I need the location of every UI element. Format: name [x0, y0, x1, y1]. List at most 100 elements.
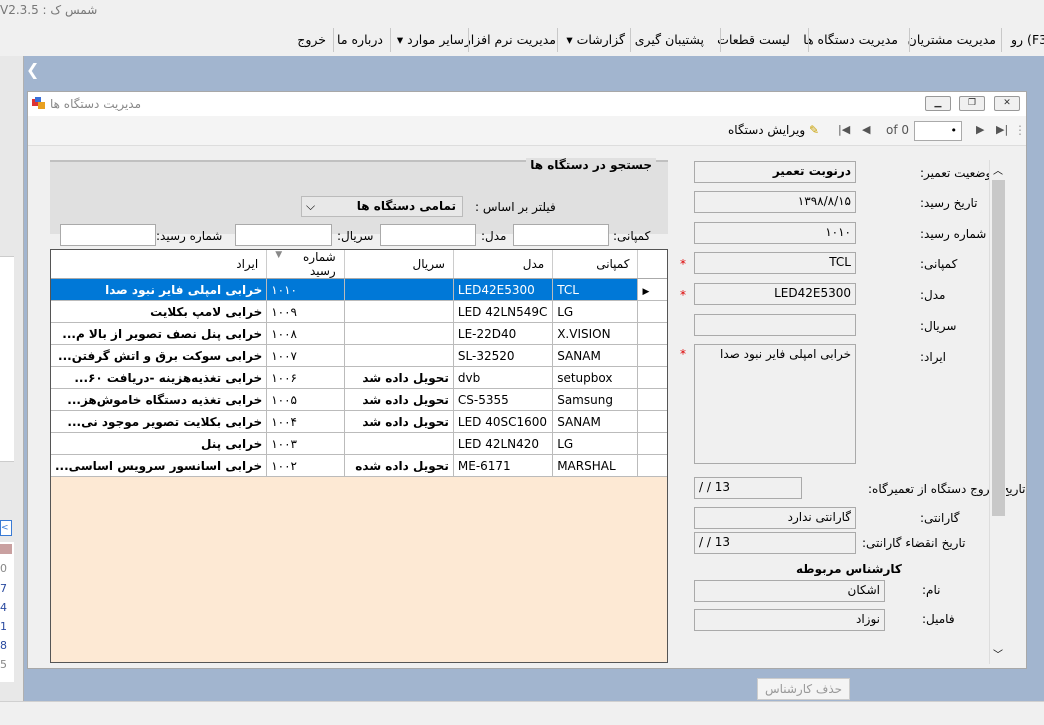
warranty-expiry-field[interactable]: / / 13 — [694, 532, 856, 554]
table-row[interactable]: خرابی امپلی فایر نبود صدا ۱۰۱۰ LED42E530… — [51, 278, 667, 301]
row-header[interactable] — [637, 432, 667, 455]
row-header[interactable] — [637, 410, 667, 433]
cell-company[interactable]: setupbox — [552, 366, 639, 389]
cell-issue[interactable]: خرابی سوکت برق و اتش گرفتن... — [51, 344, 268, 367]
cell-serial[interactable] — [344, 278, 454, 301]
cell-receipt[interactable]: ۱۰۰۸ — [266, 322, 345, 345]
cell-serial[interactable]: تحویل داده شده — [344, 454, 454, 477]
cell-model[interactable]: CS-5355 — [453, 388, 554, 411]
company-field[interactable]: TCL — [694, 252, 856, 274]
edit-device-button[interactable]: ✎ ویرایش دستگاه — [728, 123, 819, 137]
cell-receipt[interactable]: ۱۰۰۶ — [266, 366, 345, 389]
minimize-button[interactable]: ▁ — [925, 96, 951, 111]
cell-company[interactable]: SANAM — [552, 344, 639, 367]
table-row[interactable]: خرابی لامپ بکلایت ۱۰۰۹ LED 42LN549C LG — [51, 300, 667, 323]
column-header-model[interactable]: مدل — [453, 250, 554, 279]
row-header[interactable] — [637, 344, 667, 367]
cell-receipt[interactable]: ۱۰۰۹ — [266, 300, 345, 323]
table-row[interactable]: خرابی تغذیه‌هزینه -دریافت ۶۰... ۱۰۰۶ تحو… — [51, 366, 667, 389]
model-field[interactable]: LED42E5300 — [694, 283, 856, 305]
serial-field[interactable] — [694, 314, 856, 336]
row-header[interactable] — [637, 300, 667, 323]
table-row[interactable]: خرابی اسانسور سرویس اساسی... ۱۰۰۲ تحویل … — [51, 454, 667, 477]
cell-issue[interactable]: خرابی بکلایت تصویر موجود نی... — [51, 410, 268, 433]
cell-issue[interactable]: خرابی پنل — [51, 432, 268, 455]
cell-serial[interactable] — [344, 300, 454, 323]
issue-textarea[interactable]: خرابی امپلی فایر نبود صدا — [694, 344, 856, 464]
cell-company[interactable]: SANAM — [552, 410, 639, 433]
menu-item-about[interactable]: درباره ما — [337, 32, 383, 47]
cell-serial[interactable]: تحویل داده شد — [344, 388, 454, 411]
cell-model[interactable]: LED 42LN549C — [453, 300, 554, 323]
company-filter-input[interactable] — [513, 224, 609, 246]
column-header-company[interactable]: کمپانی — [552, 250, 639, 279]
cell-receipt[interactable]: ۱۰۰۳ — [266, 432, 345, 455]
last-name-field[interactable]: نوزاد — [694, 609, 885, 631]
serial-filter-input[interactable] — [235, 224, 332, 246]
position-input[interactable]: • — [914, 121, 962, 141]
cell-serial[interactable] — [344, 432, 454, 455]
close-button[interactable]: ✕ — [994, 96, 1020, 111]
warranty-field[interactable]: گارانتی ندارد — [694, 507, 856, 529]
first-name-field[interactable]: اشکان — [694, 580, 885, 602]
cell-receipt[interactable]: ۱۰۰۲ — [266, 454, 345, 477]
row-header[interactable] — [637, 322, 667, 345]
move-first-icon[interactable]: |◀ — [838, 123, 850, 136]
cell-model[interactable]: LED 42LN420 — [453, 432, 554, 455]
cell-issue[interactable]: خرابی تغذیه دستگاه خاموش‌هز... — [51, 388, 268, 411]
cell-issue[interactable]: خرابی تغذیه‌هزینه -دریافت ۶۰... — [51, 366, 268, 389]
table-row[interactable]: خرابی تغذیه دستگاه خاموش‌هز... ۱۰۰۵ تحوی… — [51, 388, 667, 411]
cell-company[interactable]: TCL — [552, 278, 639, 301]
cell-receipt[interactable]: ۱۰۰۴ — [266, 410, 345, 433]
table-row[interactable]: خرابی سوکت برق و اتش گرفتن... ۱۰۰۷ SL-32… — [51, 344, 667, 367]
menu-item-f3[interactable]: (F3) رو — [1011, 32, 1044, 47]
menu-item-backup[interactable]: پشتیبان گیری — [635, 32, 704, 47]
menu-item-customers[interactable]: مدیریت مشتریان — [908, 32, 996, 47]
cell-serial[interactable]: تحویل داده شد — [344, 410, 454, 433]
column-header-issue[interactable]: ایراد — [51, 250, 268, 279]
menu-item-parts[interactable]: لیست قطعات — [717, 32, 790, 47]
column-header-receipt[interactable]: ▼ شماره رسید — [266, 250, 345, 279]
scroll-up-icon[interactable]: ︿ — [993, 162, 1003, 177]
cell-company[interactable]: LG — [552, 432, 639, 455]
column-header-serial[interactable]: سریال — [344, 250, 454, 279]
table-row[interactable]: خرابی پنل نصف تصویر از بالا م... ۱۰۰۸ LE… — [51, 322, 667, 345]
cell-issue[interactable]: خرابی لامپ بکلایت — [51, 300, 268, 323]
cell-model[interactable]: ME-6171 — [453, 454, 554, 477]
cell-receipt[interactable]: ۱۰۰۷ — [266, 344, 345, 367]
menu-item-reports[interactable]: گزارشات ▾ — [566, 32, 625, 47]
scrollbar-thumb[interactable] — [992, 180, 1005, 516]
cell-receipt[interactable]: ۱۰۰۵ — [266, 388, 345, 411]
move-last-icon[interactable]: ▶| — [996, 123, 1008, 136]
receipt-date-field[interactable]: ۱۳۹۸/۸/۱۵ — [694, 191, 856, 213]
status-field[interactable]: درنوبت تعمیر — [694, 161, 856, 183]
receipt-filter-input[interactable] — [60, 224, 156, 246]
cell-company[interactable]: X.VISION — [552, 322, 639, 345]
detail-scrollbar[interactable]: ︿ ﹀ — [989, 160, 1006, 664]
cell-receipt[interactable]: ۱۰۱۰ — [266, 278, 345, 301]
menu-item-more[interactable]: سایر موارد ▾ — [397, 32, 464, 47]
delete-technician-button[interactable]: حذف کارشناس — [757, 678, 850, 700]
cell-serial[interactable] — [344, 344, 454, 367]
cell-company[interactable]: MARSHAL — [552, 454, 639, 477]
row-header[interactable] — [637, 388, 667, 411]
filter-select[interactable]: تمامی دستگاه ها ⌵ — [301, 196, 463, 217]
cell-model[interactable]: dvb — [453, 366, 554, 389]
restore-button[interactable]: ❐ — [959, 96, 985, 111]
cell-model[interactable]: LE-22D40 — [453, 322, 554, 345]
collapse-arrow-icon[interactable]: ❮ — [26, 60, 39, 79]
cell-serial[interactable]: تحویل داده شد — [344, 366, 454, 389]
table-row[interactable]: خرابی بکلایت تصویر موجود نی... ۱۰۰۴ تحوی… — [51, 410, 667, 433]
cell-model[interactable]: LED42E5300 — [453, 278, 554, 301]
table-row[interactable]: خرابی پنل ۱۰۰۳ LED 42LN420 LG — [51, 432, 667, 455]
cell-model[interactable]: LED 40SC1600 — [453, 410, 554, 433]
cell-issue[interactable]: خرابی پنل نصف تصویر از بالا م... — [51, 322, 268, 345]
left-arrow-icon[interactable]: < — [0, 520, 12, 536]
cell-company[interactable]: Samsung — [552, 388, 639, 411]
row-header[interactable] — [637, 366, 667, 389]
move-next-icon[interactable]: ▶ — [976, 123, 984, 136]
cell-company[interactable]: LG — [552, 300, 639, 323]
row-header[interactable]: ▶ — [637, 278, 667, 301]
receipt-number-field[interactable]: ۱۰۱۰ — [694, 222, 856, 244]
menu-item-exit[interactable]: خروج — [297, 32, 326, 47]
